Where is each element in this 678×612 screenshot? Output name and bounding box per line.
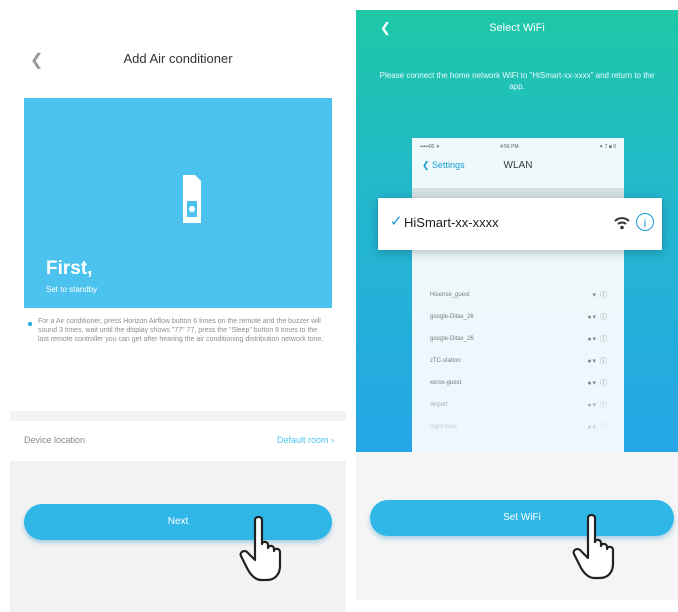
wifi-icon (614, 217, 630, 230)
instruction-text: Please connect the home network WiFi to … (379, 71, 655, 91)
page-title: Select WiFi (489, 22, 545, 34)
lock-wifi-info-icons: ●▾ ⓘ (587, 424, 608, 431)
network-name: mgnl-xxxx (430, 424, 458, 430)
network-row: Airport ●▾ ⓘ (426, 400, 610, 412)
lock-wifi-info-icons: ●▾ ⓘ (587, 358, 608, 365)
network-name: zTC-station (430, 358, 461, 364)
lock-wifi-info-icons: ●▾ ⓘ (587, 402, 608, 409)
network-name: google-Ditax_26 (430, 336, 474, 342)
device-location-row[interactable]: Device location Default room › (10, 421, 346, 461)
info-icon: i (636, 213, 654, 231)
hero-title: First, (46, 258, 93, 279)
chevron-right-icon: › (331, 435, 334, 445)
network-name: google-Ditax_26 (430, 314, 474, 320)
wifi-ssid: HiSmart-xx-xxxx (404, 215, 499, 230)
instruction-text: For a Air conditioner, press Horizon Air… (38, 318, 324, 343)
status-time: 4:56 PM (500, 144, 519, 150)
lock-wifi-info-icons: ●▾ ⓘ (587, 314, 608, 321)
network-row: google-Ditax_26 ●▾ ⓘ (426, 312, 610, 324)
network-name: Hisense_guest (430, 292, 470, 298)
hand-pointer-icon (572, 513, 615, 580)
wlan-title: WLAN (503, 160, 533, 171)
hand-pointer-icon (239, 515, 282, 582)
network-row: google-Ditax_26 ●▾ ⓘ (426, 334, 610, 346)
device-location-value: Default room › (277, 435, 334, 445)
network-name: Airport (430, 402, 448, 408)
wifi-info-icons: ▾ ⓘ (592, 292, 608, 299)
checkmark-icon: ✓ (390, 213, 403, 230)
hero-illustration: First, Set to standby (24, 98, 332, 308)
status-right: ✦ 7 ■ 0 (599, 144, 616, 150)
lock-wifi-info-icons: ●▾ ⓘ (587, 336, 608, 343)
setup-card: First, Set to standby For a Air conditio… (10, 86, 346, 411)
header: ❮ Add Air conditioner (10, 38, 346, 86)
network-row: Hisense_guest ▾ ⓘ (426, 290, 610, 302)
wifi-network-card: ✓ HiSmart-xx-xxxx i (378, 198, 662, 250)
phone-settings-illustration: •••••00 ✈ 4:56 PM ✦ 7 ■ 0 ❮ Settings WLA… (412, 138, 624, 452)
device-location-value-text: Default room (276, 435, 329, 445)
status-left: •••••00 ✈ (420, 144, 440, 150)
page-title: Add Air conditioner (123, 51, 233, 66)
ac-remote-icon (183, 175, 201, 223)
lock-wifi-info-icons: ●▾ ⓘ (587, 380, 608, 387)
network-name: xerox-guest (430, 380, 462, 386)
bullet-icon (28, 322, 32, 326)
status-bar: •••••00 ✈ 4:56 PM ✦ 7 ■ 0 (420, 144, 616, 152)
network-row: xerox-guest ●▾ ⓘ (426, 378, 610, 390)
device-location-label: Device location (24, 435, 86, 445)
network-row: mgnl-xxxx ●▾ ⓘ (426, 422, 610, 434)
hero-subtitle: Set to standby (46, 285, 98, 294)
network-row: zTC-station ●▾ ⓘ (426, 356, 610, 368)
